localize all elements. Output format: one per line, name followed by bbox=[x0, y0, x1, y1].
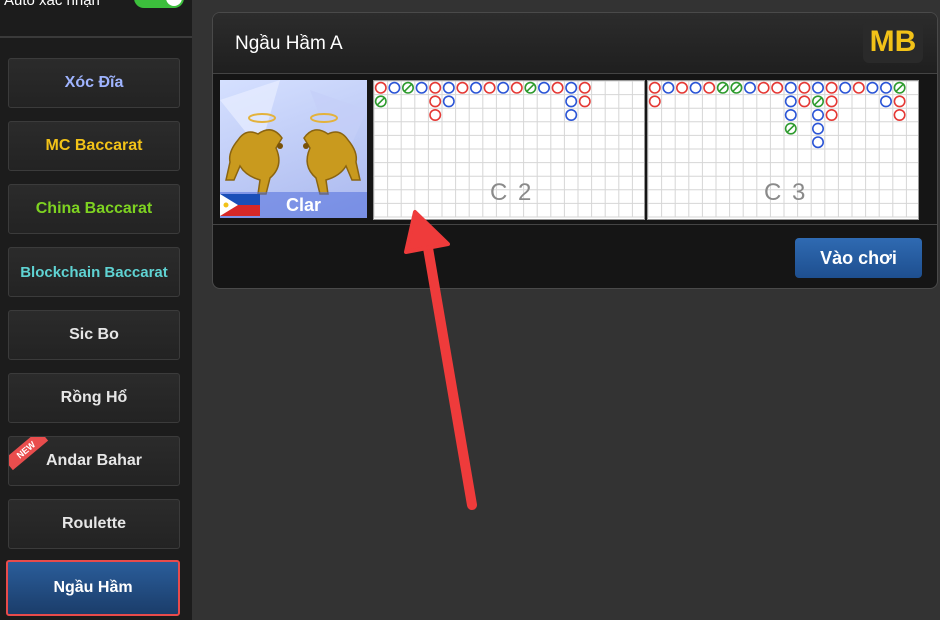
arrow-head bbox=[404, 210, 450, 254]
arrow-shaft bbox=[423, 243, 477, 510]
red-arrow-annotation bbox=[404, 210, 477, 510]
